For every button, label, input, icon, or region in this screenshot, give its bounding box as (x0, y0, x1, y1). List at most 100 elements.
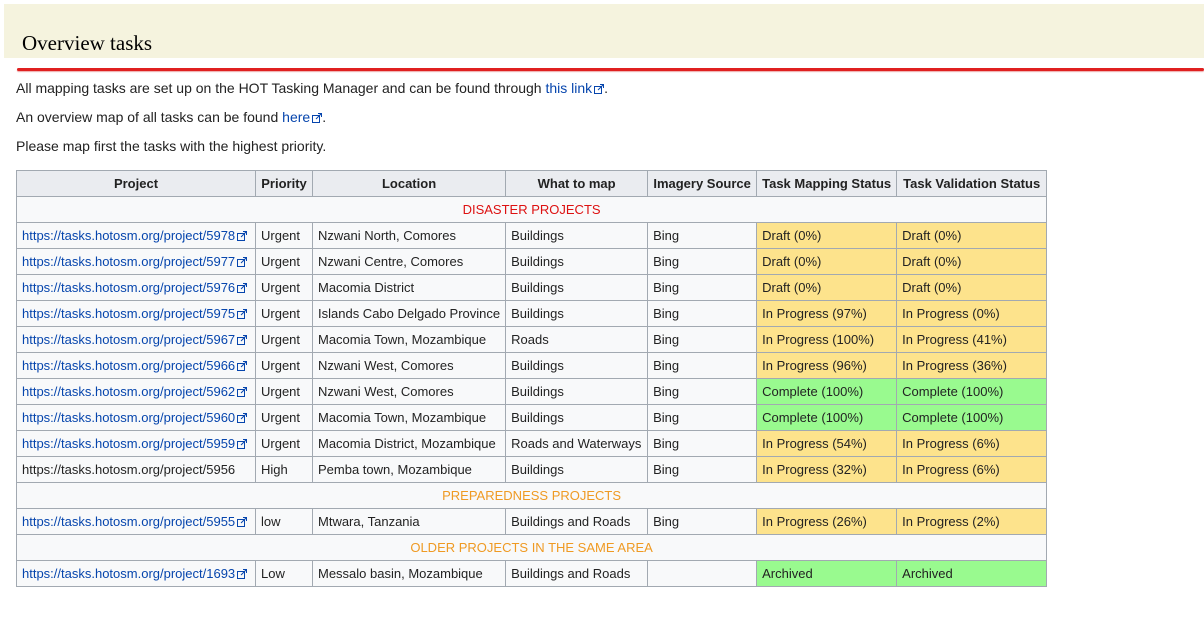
external-link-icon (237, 308, 248, 319)
imagery-source-cell: Bing (647, 248, 758, 275)
here-link[interactable]: here (282, 109, 323, 125)
imagery-source-cell: Bing (647, 456, 758, 483)
table-row: https://tasks.hotosm.org/project/5966 Urg… (16, 352, 1048, 379)
project-cell[interactable]: https://tasks.hotosm.org/project/5959 (16, 430, 256, 457)
validation-status-cell: Draft (0%) (896, 248, 1048, 275)
project-url[interactable]: https://tasks.hotosm.org/project/5978 (22, 228, 235, 243)
priority-cell: Urgent (255, 326, 313, 353)
tasks-table: Project Priority Location What to map Im… (15, 170, 1048, 587)
project-cell[interactable]: https://tasks.hotosm.org/project/5976 (16, 274, 256, 301)
location-cell: Nzwani North, Comores (311, 222, 507, 249)
table-row: https://tasks.hotosm.org/project/5967 Urg… (16, 326, 1048, 353)
validation-status-cell: Complete (100%) (896, 378, 1048, 405)
column-header-priority: Priority (255, 170, 313, 197)
external-link-icon (237, 438, 248, 449)
what-to-map-cell: Roads and Waterways (505, 430, 649, 457)
mapping-status-cell: Complete (100%) (756, 404, 898, 431)
project-cell[interactable]: https://tasks.hotosm.org/project/5960 (16, 404, 256, 431)
priority-cell: low (255, 508, 313, 535)
project-link[interactable]: https://tasks.hotosm.org/project/5955 (22, 514, 248, 529)
validation-status-cell: In Progress (36%) (896, 352, 1048, 379)
paragraph-end: . (322, 109, 327, 125)
validation-status-cell: Draft (0%) (896, 222, 1048, 249)
section-header-row: PREPAREDNESS PROJECTS (15, 482, 1048, 509)
project-url[interactable]: https://tasks.hotosm.org/project/5962 (22, 384, 235, 399)
mapping-status-cell: In Progress (97%) (756, 300, 898, 327)
location-cell: Nzwani West, Comores (311, 352, 507, 379)
project-cell[interactable]: https://tasks.hotosm.org/project/5975 (16, 300, 256, 327)
project-cell[interactable]: https://tasks.hotosm.org/project/1693 (16, 560, 256, 587)
table-row: https://tasks.hotosm.org/project/5977 Urg… (16, 248, 1048, 275)
project-cell[interactable]: https://tasks.hotosm.org/project/5978 (16, 222, 256, 249)
priority-cell: Urgent (255, 222, 313, 249)
what-to-map-cell: Buildings (505, 300, 649, 327)
mapping-status-cell: Archived (756, 560, 898, 587)
project-url[interactable]: https://tasks.hotosm.org/project/5966 (22, 358, 235, 373)
section-header-row: OLDER PROJECTS IN THE SAME AREA (15, 534, 1048, 561)
imagery-source-cell: Bing (647, 222, 758, 249)
what-to-map-cell: Buildings (505, 352, 649, 379)
section-header-row: DISASTER PROJECTS (15, 196, 1048, 223)
project-url: https://tasks.hotosm.org/project/5956 (22, 461, 236, 477)
project-url[interactable]: https://tasks.hotosm.org/project/5967 (22, 332, 235, 347)
imagery-source-cell: Bing (647, 430, 758, 457)
what-to-map-cell: Buildings (505, 248, 649, 275)
project-cell[interactable]: https://tasks.hotosm.org/project/5962 (16, 378, 256, 405)
external-link-icon (237, 360, 248, 371)
project-cell[interactable]: https://tasks.hotosm.org/project/5966 (16, 352, 256, 379)
project-cell[interactable]: https://tasks.hotosm.org/project/5977 (16, 248, 256, 275)
project-link[interactable]: https://tasks.hotosm.org/project/5962 (22, 384, 248, 399)
table-row: https://tasks.hotosm.org/project/5956 Hig… (16, 456, 1048, 483)
project-link[interactable]: https://tasks.hotosm.org/project/1693 (22, 566, 248, 581)
this-link-link[interactable]: this link (545, 80, 605, 96)
validation-status-cell: In Progress (6%) (896, 430, 1048, 457)
external-link-icon (237, 256, 248, 267)
what-to-map-cell: Buildings (505, 456, 649, 483)
imagery-source-cell: Bing (647, 326, 758, 353)
priority-cell: Urgent (255, 274, 313, 301)
imagery-source-cell: Bing (647, 404, 758, 431)
column-header-mapping-status: Task Mapping Status (756, 170, 898, 197)
imagery-source-cell: Bing (647, 378, 758, 405)
location-cell: Messalo basin, Mozambique (311, 560, 507, 587)
project-link[interactable]: https://tasks.hotosm.org/project/5967 (22, 332, 248, 347)
validation-status-cell: Draft (0%) (896, 274, 1048, 301)
project-url[interactable]: https://tasks.hotosm.org/project/5959 (22, 436, 235, 451)
validation-status-cell: In Progress (2%) (896, 508, 1048, 535)
table-row: https://tasks.hotosm.org/project/1693 Low… (16, 560, 1048, 587)
project-url[interactable]: https://tasks.hotosm.org/project/5955 (22, 514, 235, 529)
mapping-status-cell: In Progress (54%) (756, 430, 898, 457)
what-to-map-cell: Buildings and Roads (505, 560, 649, 587)
table-row: https://tasks.hotosm.org/project/5960 Urg… (16, 404, 1048, 431)
project-url[interactable]: https://tasks.hotosm.org/project/1693 (22, 566, 235, 581)
project-url[interactable]: https://tasks.hotosm.org/project/5975 (22, 306, 235, 321)
project-link[interactable]: https://tasks.hotosm.org/project/5966 (22, 358, 248, 373)
priority-cell: Urgent (255, 404, 313, 431)
project-link[interactable]: https://tasks.hotosm.org/project/5978 (22, 228, 248, 243)
what-to-map-cell: Buildings (505, 222, 649, 249)
imagery-source-cell: Bing (647, 508, 758, 535)
table-row: https://tasks.hotosm.org/project/5962 Urg… (16, 378, 1048, 405)
project-link[interactable]: https://tasks.hotosm.org/project/5959 (22, 436, 248, 451)
project-cell[interactable]: https://tasks.hotosm.org/project/5967 (16, 326, 256, 353)
validation-status-cell: In Progress (0%) (896, 300, 1048, 327)
table-row: https://tasks.hotosm.org/project/5959 Urg… (16, 430, 1048, 457)
what-to-map-cell: Roads (505, 326, 649, 353)
location-cell: Macomia Town, Mozambique (311, 404, 507, 431)
project-url[interactable]: https://tasks.hotosm.org/project/5960 (22, 410, 235, 425)
project-link[interactable]: https://tasks.hotosm.org/project/5960 (22, 410, 248, 425)
table-row: https://tasks.hotosm.org/project/5975 Urg… (16, 300, 1048, 327)
column-header-what-to-map: What to map (505, 170, 649, 197)
what-to-map-cell: Buildings (505, 404, 649, 431)
project-url[interactable]: https://tasks.hotosm.org/project/5977 (22, 254, 235, 269)
project-cell[interactable]: https://tasks.hotosm.org/project/5955 (16, 508, 256, 535)
link-label[interactable]: here (282, 109, 310, 125)
project-link[interactable]: https://tasks.hotosm.org/project/5977 (22, 254, 248, 269)
intro-paragraph-2: An overview map of all tasks can be foun… (16, 108, 326, 126)
external-link-icon (237, 386, 248, 397)
project-link[interactable]: https://tasks.hotosm.org/project/5975 (22, 306, 248, 321)
location-cell: Macomia District, Mozambique (311, 430, 507, 457)
project-url[interactable]: https://tasks.hotosm.org/project/5976 (22, 280, 235, 295)
link-label[interactable]: this link (545, 80, 592, 96)
project-link[interactable]: https://tasks.hotosm.org/project/5976 (22, 280, 248, 295)
